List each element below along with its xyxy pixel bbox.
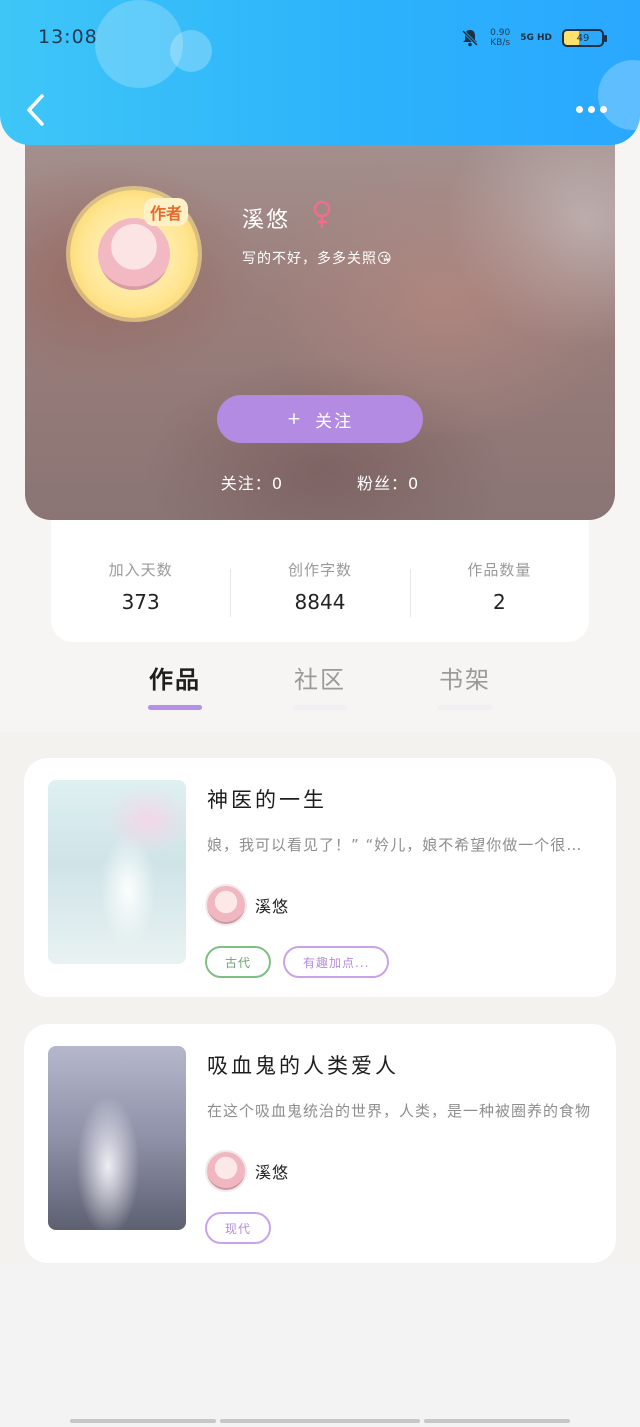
tab-indicator — [148, 705, 202, 710]
top-header: 13:08 0.90 KB/s 5G HD 49 — [0, 0, 640, 145]
stat-label: 加入天数 — [108, 560, 173, 579]
tab-label: 书架 — [439, 666, 491, 694]
stat-join-days: 加入天数 373 — [51, 541, 230, 614]
tag-genre[interactable]: 现代 — [205, 1212, 272, 1244]
stat-value: 2 — [492, 589, 506, 614]
followers-label: 粉丝： — [357, 474, 409, 493]
battery-icon: 49 — [562, 29, 607, 47]
stat-works-count: 作品数量 2 — [409, 541, 589, 617]
net-speed-unit: KB/s — [490, 38, 511, 48]
book-cover[interactable] — [48, 780, 186, 964]
work-description: 在这个吸血鬼统治的世界，人类，是一种被圈养的食物 — [207, 1102, 592, 1120]
stat-value: 373 — [121, 589, 160, 614]
tab-works[interactable]: 作品 — [125, 660, 225, 710]
followers-stat[interactable]: 粉丝：0 — [357, 470, 419, 494]
following-count: 0 — [271, 474, 283, 493]
work-tags: 古代 有趣加点... — [205, 946, 390, 978]
more-dots-icon — [576, 105, 583, 113]
tab-indicator — [293, 705, 347, 710]
stat-value: 8844 — [294, 589, 346, 614]
bell-off-icon — [460, 28, 480, 48]
work-description: 娘，我可以看见了！” “妗儿，娘不希望你做一个很厉害的医者 — [207, 836, 592, 854]
net-speed-value: 0.90 — [490, 28, 511, 38]
plus-icon: + — [286, 409, 304, 429]
work-title[interactable]: 吸血鬼的人类爱人 — [207, 1050, 399, 1080]
author-bio: 写的不好，多多关照😘 — [242, 251, 393, 267]
status-icons: 0.90 KB/s 5G HD 49 — [460, 26, 607, 50]
signal-indicator: 5G HD — [520, 33, 552, 43]
page-bottom — [0, 1264, 640, 1427]
more-dots-icon — [600, 105, 607, 113]
home-indicator[interactable] — [0, 1419, 640, 1425]
profile-card: 作者 溪悠 写的不好，多多关照😘 + 关注 关注：0 粉丝：0 — [25, 120, 615, 520]
chevron-left-icon — [27, 94, 44, 126]
stat-word-count: 创作字数 8844 — [230, 541, 409, 617]
work-title[interactable]: 神医的一生 — [207, 784, 327, 814]
status-time: 13:08 — [38, 26, 98, 48]
follow-button-label: 关注 — [315, 411, 354, 432]
follow-stats: 关注：0 粉丝：0 — [25, 470, 615, 494]
author-badge: 作者 — [144, 198, 189, 226]
avatar-image — [98, 218, 170, 290]
tab-indicator — [438, 705, 492, 710]
decor-bubble — [95, 0, 183, 88]
tab-bookshelf[interactable]: 书架 — [415, 660, 515, 710]
tag-genre[interactable]: 古代 — [205, 946, 272, 978]
back-button[interactable] — [22, 92, 52, 128]
work-card[interactable]: 吸血鬼的人类爱人 在这个吸血鬼统治的世界，人类，是一种被圈养的食物 溪悠 现代 — [24, 1024, 616, 1263]
followers-count: 0 — [408, 474, 420, 493]
decor-bubble — [598, 60, 640, 130]
nav-bar-segment — [220, 1419, 420, 1423]
author-stats: 加入天数 373 创作字数 8844 作品数量 2 — [51, 512, 589, 642]
author-name: 溪悠 — [255, 897, 290, 916]
decor-bubble — [170, 30, 212, 72]
author-avatar[interactable]: 作者 — [70, 190, 198, 318]
works-list: 神医的一生 娘，我可以看见了！” “妗儿，娘不希望你做一个很厉害的医者 溪悠 古… — [0, 732, 640, 1264]
follow-button[interactable]: + 关注 — [217, 395, 423, 443]
tag-theme[interactable]: 有趣加点... — [283, 946, 390, 978]
work-card[interactable]: 神医的一生 娘，我可以看见了！” “妗儿，娘不希望你做一个很厉害的医者 溪悠 古… — [24, 758, 616, 997]
stat-label: 创作字数 — [287, 560, 352, 579]
content-tabs: 作品 社区 书架 — [0, 660, 640, 720]
more-button[interactable] — [576, 100, 612, 118]
nav-bar-segment — [70, 1419, 216, 1423]
nav-bar-segment — [424, 1419, 570, 1423]
stat-label: 作品数量 — [467, 560, 532, 579]
net-speed: 0.90 KB/s — [490, 28, 510, 48]
following-stat[interactable]: 关注：0 — [221, 470, 283, 494]
more-dots-icon — [588, 105, 595, 113]
following-label: 关注： — [220, 474, 272, 493]
work-author[interactable]: 溪悠 — [205, 1150, 289, 1192]
tab-community[interactable]: 社区 — [270, 660, 370, 710]
tab-label: 社区 — [294, 666, 346, 694]
book-cover[interactable] — [48, 1046, 186, 1230]
work-tags: 现代 — [205, 1212, 272, 1244]
tab-label: 作品 — [149, 666, 201, 694]
author-name: 溪悠 — [255, 1163, 290, 1182]
author-name: 溪悠 — [242, 208, 291, 233]
work-author[interactable]: 溪悠 — [205, 884, 289, 926]
battery-level: 49 — [576, 32, 590, 44]
female-icon — [313, 200, 331, 228]
author-mini-avatar — [205, 884, 247, 926]
author-mini-avatar — [205, 1150, 247, 1192]
